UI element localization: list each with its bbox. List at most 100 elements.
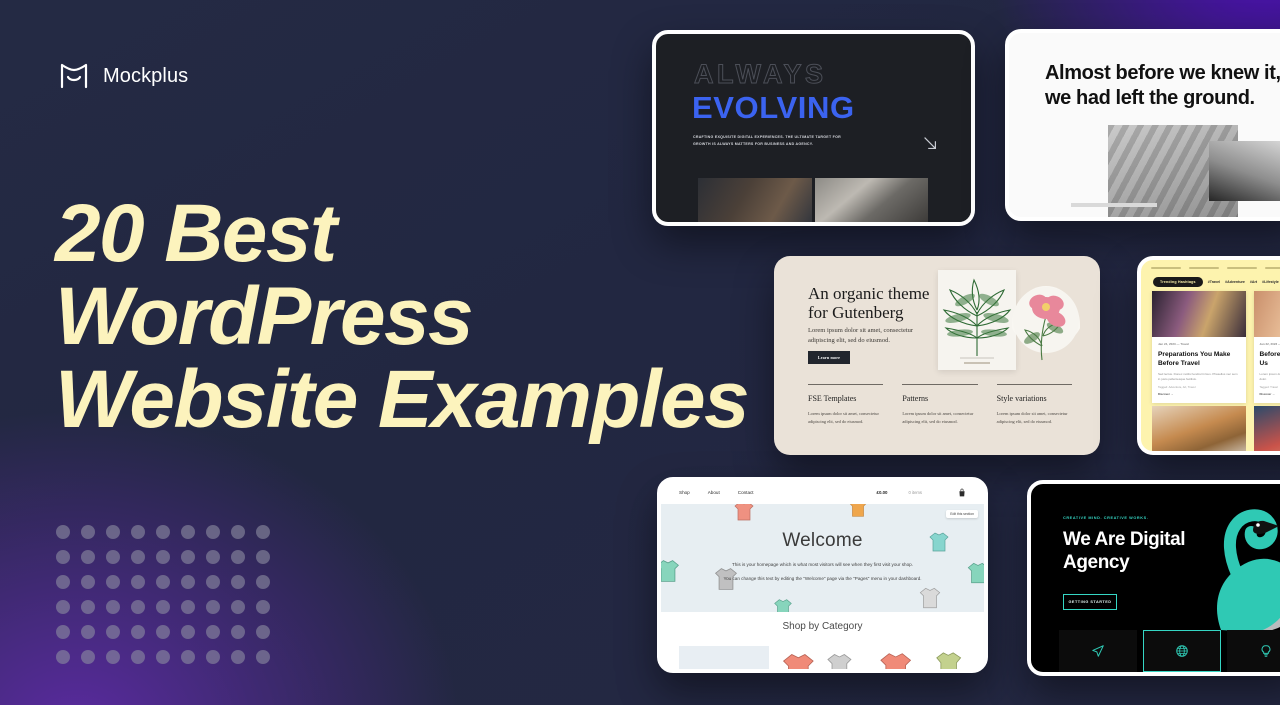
shirt-illustration-icon xyxy=(919,587,941,609)
agency-icon-tiles xyxy=(1059,630,1280,672)
shop-nav-about[interactable]: About xyxy=(708,490,720,495)
grid-dot xyxy=(131,575,156,600)
grid-dot xyxy=(106,575,131,600)
edit-section-button[interactable]: Edit this section xyxy=(946,510,978,518)
grid-dot xyxy=(131,600,156,625)
example-card-evolving[interactable]: ALWAYS EVOLVING CRAFTING EXQUISITE DIGIT… xyxy=(652,30,975,226)
ground-photo-arch xyxy=(1209,141,1280,201)
organic-lead: Lorem ipsum dolor sit amet, consectetur … xyxy=(808,327,914,344)
rule xyxy=(1227,267,1257,269)
rose-flower-icon xyxy=(1013,287,1079,361)
hashtag-item[interactable]: #Lifestyle xyxy=(1262,280,1279,284)
grid-dot xyxy=(56,600,81,625)
flamingo-illustration-icon xyxy=(1217,509,1280,632)
evolving-photo-strip xyxy=(698,178,971,222)
organic-column-text: Lorem ipsum dolor sit amet, consectetur … xyxy=(996,411,1068,424)
post-thumbnail xyxy=(1253,291,1280,337)
grid-dot xyxy=(256,625,281,650)
evolving-solid-word: EVOLVING xyxy=(692,90,855,125)
example-card-agency[interactable]: CREATIVE MIND. CREATIVE WORKS. We Are Di… xyxy=(1027,480,1280,676)
agency-tile-web[interactable] xyxy=(1143,630,1221,672)
post-title: Preparations You Make Before Travel xyxy=(1158,351,1231,367)
shirt-illustration-icon xyxy=(849,504,867,517)
rule xyxy=(1189,267,1219,269)
post-thumbnail xyxy=(1152,291,1246,337)
shirt-illustration-icon xyxy=(783,654,852,669)
agency-tile-send[interactable] xyxy=(1059,630,1137,672)
grid-dot xyxy=(256,600,281,625)
magazine-post-card[interactable]: Jan 22, 2023 — Travel Before You Travel … xyxy=(1253,291,1280,404)
grid-dot xyxy=(231,575,256,600)
grid-dot xyxy=(231,525,256,550)
agency-tile-idea[interactable] xyxy=(1227,630,1280,672)
shirt-illustration-icon xyxy=(879,652,961,669)
post-excerpt: Sed lectus. Donec mollis hendrerit risus… xyxy=(1158,372,1238,381)
example-card-organic[interactable]: An organic theme for Gutenberg Lorem ips… xyxy=(774,256,1100,455)
post-discover-link[interactable]: Discover → xyxy=(1260,392,1280,396)
poster-canvas: Mockplus 20 Best WordPress Website Examp… xyxy=(0,0,1280,705)
grid-dot xyxy=(106,550,131,575)
lightbulb-icon xyxy=(1261,645,1271,657)
grid-dot xyxy=(256,525,281,550)
shop-nav-contact[interactable]: Contact xyxy=(738,490,754,495)
grid-dot xyxy=(81,650,106,675)
arrow-down-right-icon xyxy=(924,137,936,149)
shirt-illustration-icon xyxy=(661,560,679,582)
example-card-ground[interactable]: Almost before we knew it, we had left th… xyxy=(1005,29,1280,221)
cart-total: £0.00 xyxy=(876,490,888,495)
hashtag-item[interactable]: #Travel xyxy=(1208,280,1220,284)
grid-dot xyxy=(56,650,81,675)
trending-hashtags-pill[interactable]: Trending Hashtags xyxy=(1153,277,1203,287)
grid-dot xyxy=(106,650,131,675)
grid-dot xyxy=(156,525,181,550)
grid-dot xyxy=(256,575,281,600)
magazine-top-rules xyxy=(1151,267,1280,269)
post-discover-link[interactable]: Discover → xyxy=(1158,392,1240,396)
grid-dot xyxy=(56,625,81,650)
example-card-magazine[interactable]: Trending Hashtags #Travel #Adventure #Ar… xyxy=(1137,256,1280,455)
category-tile[interactable] xyxy=(679,646,770,669)
category-tile[interactable] xyxy=(875,646,966,669)
brand-logo[interactable]: Mockplus xyxy=(58,60,188,92)
shop-nav-shop[interactable]: Shop xyxy=(679,490,690,495)
grid-dot xyxy=(131,625,156,650)
agency-kicker: CREATIVE MIND. CREATIVE WORKS. xyxy=(1063,516,1149,520)
shop-hero-line1: This is your homepage which is what most… xyxy=(731,562,913,567)
shop-hero-line2: You can change this text by editing the … xyxy=(723,576,922,581)
hashtag-item[interactable]: #Adventure xyxy=(1225,280,1245,284)
post-tags: Tagged: Travel xyxy=(1259,385,1278,390)
shirt-illustration-icon xyxy=(774,599,792,612)
grid-dot xyxy=(231,550,256,575)
grid-dot xyxy=(156,650,181,675)
grid-dot xyxy=(81,625,106,650)
grid-dot xyxy=(181,575,206,600)
grid-dot xyxy=(56,550,81,575)
organic-column: Patterns Lorem ipsum dolor sit amet, con… xyxy=(902,384,978,425)
grid-dot xyxy=(131,550,156,575)
grid-dot xyxy=(256,550,281,575)
rule xyxy=(1265,267,1280,269)
magazine-post-card[interactable]: Jan 24, 2023 — Travel Preparations You M… xyxy=(1152,291,1246,404)
category-tile[interactable] xyxy=(777,646,868,669)
agency-getting-started-button[interactable]: GETTING STARTED xyxy=(1063,594,1117,610)
organic-title: An organic theme for Gutenberg xyxy=(808,284,930,322)
shopping-cart-icon[interactable] xyxy=(958,488,966,497)
magazine-thumb-food xyxy=(1253,406,1280,451)
column-rule xyxy=(996,384,1072,385)
evolving-photo-2 xyxy=(814,178,929,222)
grid-dot xyxy=(206,600,231,625)
organic-column: FSE Templates Lorem ipsum dolor sit amet… xyxy=(808,384,884,425)
organic-learn-more-button[interactable]: Learn more xyxy=(808,351,850,364)
evolving-photo-1 xyxy=(698,178,812,222)
grid-dot xyxy=(256,650,281,675)
organic-rose-illustration xyxy=(1012,286,1080,364)
example-card-shop[interactable]: Shop About Contact £0.00 0 items Edit th… xyxy=(657,477,988,673)
grid-dot xyxy=(56,525,81,550)
grid-dot xyxy=(81,600,106,625)
grid-dot xyxy=(181,625,206,650)
grid-dot xyxy=(206,550,231,575)
hashtag-item[interactable]: #Art xyxy=(1250,280,1257,284)
grid-dot xyxy=(156,575,181,600)
post-title: Before You Travel Trust Us xyxy=(1259,351,1280,367)
paper-plane-icon xyxy=(1092,645,1104,657)
